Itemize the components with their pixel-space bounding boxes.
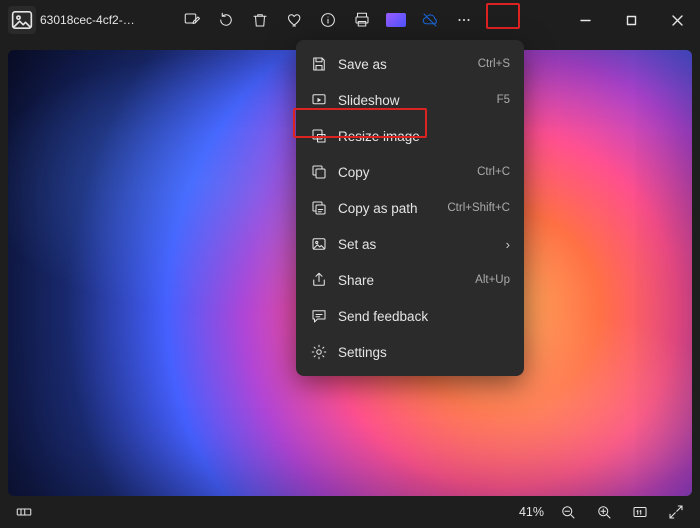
zoom-percentage: 41% <box>515 505 548 519</box>
delete-button[interactable] <box>244 4 276 36</box>
more-menu: Save as Ctrl+S Slideshow F5 Resize image Copy… <box>296 40 524 376</box>
menu-item-label: Share <box>338 273 465 288</box>
window-controls <box>562 5 700 35</box>
zoom-out-button[interactable] <box>552 496 584 528</box>
status-bar: 41% <box>0 496 700 528</box>
menu-item-label: Set as <box>338 237 496 252</box>
clipchamp-button[interactable] <box>380 4 412 36</box>
window-title: 63018cec-4cf2-… <box>40 13 135 27</box>
menu-item-label: Resize image <box>338 129 510 144</box>
copy-icon <box>310 163 328 181</box>
setas-icon <box>310 235 328 253</box>
menu-item-setas[interactable]: Set as › <box>296 226 524 262</box>
actual-size-button[interactable] <box>624 496 656 528</box>
edit-image-button[interactable] <box>176 4 208 36</box>
title-bar: 63018cec-4cf2-… <box>0 0 700 40</box>
close-button[interactable] <box>654 5 700 35</box>
app-icon <box>8 6 36 34</box>
menu-item-settings[interactable]: Settings <box>296 334 524 370</box>
minimize-button[interactable] <box>562 5 608 35</box>
resize-icon <box>310 127 328 145</box>
menu-item-feedback[interactable]: Send feedback <box>296 298 524 334</box>
filmstrip-button[interactable] <box>8 496 40 528</box>
fullscreen-button[interactable] <box>660 496 692 528</box>
rotate-button[interactable] <box>210 4 242 36</box>
print-button[interactable] <box>346 4 378 36</box>
menu-item-label: Save as <box>338 57 468 72</box>
zoom-in-button[interactable] <box>588 496 620 528</box>
copypath-icon <box>310 199 328 217</box>
menu-item-shortcut: Ctrl+C <box>477 166 510 178</box>
title-area: 63018cec-4cf2-… <box>0 6 170 34</box>
menu-item-resize[interactable]: Resize image <box>296 118 524 154</box>
maximize-button[interactable] <box>608 5 654 35</box>
menu-item-save[interactable]: Save as Ctrl+S <box>296 46 524 82</box>
menu-item-label: Slideshow <box>338 93 487 108</box>
settings-icon <box>310 343 328 361</box>
chevron-right-icon: › <box>506 237 510 252</box>
feedback-icon <box>310 307 328 325</box>
clipchamp-icon <box>386 13 406 27</box>
menu-item-label: Send feedback <box>338 309 510 324</box>
backup-button[interactable] <box>414 4 446 36</box>
menu-item-label: Settings <box>338 345 510 360</box>
save-icon <box>310 55 328 73</box>
menu-item-slideshow[interactable]: Slideshow F5 <box>296 82 524 118</box>
menu-item-shortcut: Ctrl+S <box>478 58 510 70</box>
menu-item-label: Copy as path <box>338 201 437 216</box>
menu-item-shortcut: F5 <box>497 94 510 106</box>
toolbar <box>176 4 480 36</box>
menu-item-label: Copy <box>338 165 467 180</box>
menu-item-share[interactable]: Share Alt+Up <box>296 262 524 298</box>
share-icon <box>310 271 328 289</box>
menu-item-copy[interactable]: Copy Ctrl+C <box>296 154 524 190</box>
favorite-button[interactable] <box>278 4 310 36</box>
info-button[interactable] <box>312 4 344 36</box>
more-button[interactable] <box>448 4 480 36</box>
menu-item-shortcut: Alt+Up <box>475 274 510 286</box>
menu-item-copypath[interactable]: Copy as path Ctrl+Shift+C <box>296 190 524 226</box>
menu-item-shortcut: Ctrl+Shift+C <box>447 202 510 214</box>
slideshow-icon <box>310 91 328 109</box>
